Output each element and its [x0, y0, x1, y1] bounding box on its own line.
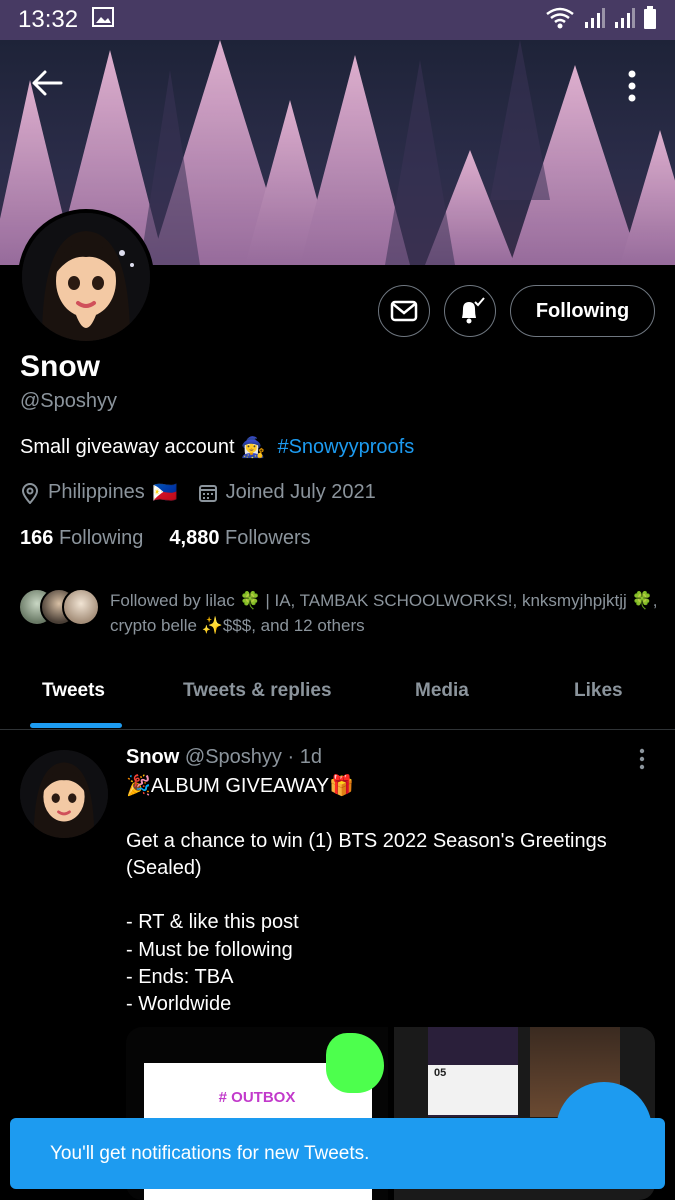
tweet-line: ​ [126, 882, 646, 909]
bio-emoji: 🧙‍♀️ [240, 437, 266, 459]
status-bar: 13:32 [0, 0, 675, 40]
tweet-author-name[interactable]: Snow [126, 746, 179, 768]
tweet-time: · 1d [287, 746, 322, 768]
tweet-avatar[interactable] [20, 750, 108, 838]
calendar-icon [198, 484, 217, 502]
gallery-icon [92, 6, 115, 34]
tweet-line: - Must be following [126, 938, 293, 961]
media-caption: # OUTBOX [218, 1089, 296, 1106]
wifi-icon [545, 7, 575, 34]
tweet-line: Get a chance to win (1) BTS 2022 Season'… [126, 829, 613, 879]
vertical-dots-icon [628, 70, 636, 102]
profile-tabs: Tweets Tweets & replies Media Likes [0, 660, 675, 730]
tweet-author-handle[interactable]: @Sposhyy [185, 746, 282, 768]
profile-name: Snow [20, 350, 100, 383]
tweet-line: 🎉ALBUM GIVEAWAY🎁 [126, 775, 354, 797]
notifications-button[interactable] [444, 285, 496, 337]
location-pin-icon [21, 482, 39, 504]
tweet-line: - RT & like this post [126, 911, 299, 934]
bio-text: Small giveaway account [20, 436, 235, 458]
followed-by-text: Followed by lilac 🍀 | IA, TAMBAK SCHOOLW… [110, 591, 658, 635]
location-text: Philippines [48, 481, 145, 503]
location-flag: 🇵🇭 [152, 482, 178, 504]
bio-hashtag-link[interactable]: #Snowyyproofs [277, 436, 414, 459]
back-button[interactable] [22, 58, 72, 108]
vertical-dots-icon [639, 748, 645, 770]
signal-icon [583, 7, 605, 34]
profile-meta: Philippines 🇵🇭 Joined July 2021 [20, 480, 376, 505]
profile-handle: @Sposhyy [20, 390, 118, 412]
tweet-line: - Worldwide [126, 993, 232, 1016]
avatar [62, 588, 100, 626]
more-options-button[interactable] [612, 58, 652, 114]
arrow-left-icon [32, 70, 63, 96]
profile-bio: Small giveaway account 🧙‍♀️ #Snowyyproof… [20, 435, 414, 460]
followed-by[interactable]: Followed by lilac 🍀 | IA, TAMBAK SCHOOLW… [18, 588, 658, 638]
following-label: Following [58, 527, 144, 549]
bell-check-icon [462, 297, 485, 324]
following-count: 166 [20, 527, 54, 549]
tab-tweets-replies[interactable]: Tweets & replies [183, 680, 332, 702]
followers-label: Followers [225, 527, 311, 549]
tweet-text: 🎉ALBUM GIVEAWAY🎁 ​ Get a chance to win (… [126, 773, 646, 1019]
tweet-line: ​ [126, 800, 646, 827]
tweet-header: Snow @Sposhyy · 1d [126, 746, 322, 769]
follow-counts: 166 Following 4,880 Followers [20, 527, 311, 550]
followers-count: 4,880 [169, 527, 220, 549]
followers-count-link[interactable]: 4,880 Followers [169, 527, 310, 550]
battery-icon [643, 5, 657, 35]
media-date: 05 [434, 1067, 447, 1079]
message-button[interactable] [378, 285, 430, 337]
joined-date: Joined July 2021 [225, 481, 376, 503]
tab-likes[interactable]: Likes [574, 680, 623, 702]
following-count-link[interactable]: 166 Following [20, 527, 143, 550]
profile-avatar[interactable] [18, 209, 154, 345]
status-time: 13:32 [18, 6, 79, 33]
active-tab-indicator [30, 723, 122, 728]
envelope-icon [390, 300, 418, 322]
following-button[interactable]: Following [510, 285, 655, 337]
tweet-more-button[interactable] [630, 746, 654, 772]
tweet-line: - Ends: TBA [126, 966, 234, 989]
signal-icon [613, 7, 635, 34]
tab-tweets[interactable]: Tweets [42, 680, 105, 702]
notification-toast: You'll get notifications for new Tweets. [10, 1118, 665, 1189]
tab-media[interactable]: Media [415, 680, 469, 702]
follower-avatars [18, 588, 102, 628]
